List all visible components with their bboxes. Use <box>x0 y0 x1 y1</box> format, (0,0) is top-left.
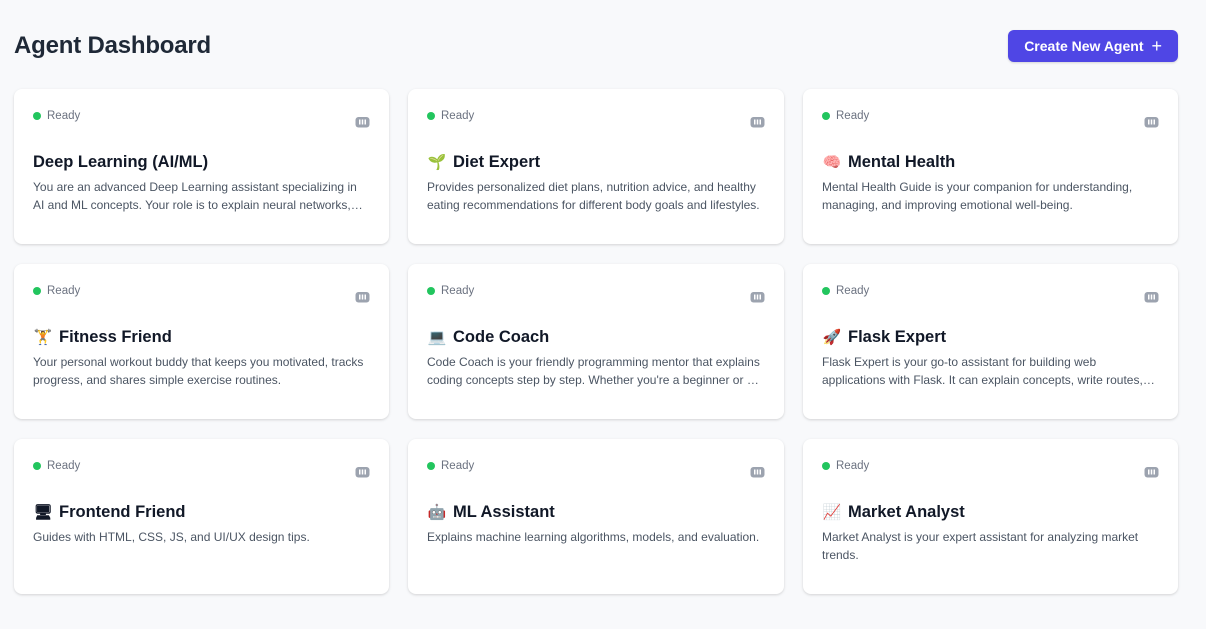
robot-icon[interactable] <box>1144 116 1159 128</box>
status-label: Ready <box>47 285 81 297</box>
robot-icon[interactable] <box>355 466 370 478</box>
status-badge: Ready <box>33 285 80 297</box>
status-label: Ready <box>441 460 475 472</box>
agent-title: Deep Learning (AI/ML) <box>33 153 208 172</box>
agent-card[interactable]: Ready 🧠 Mental Health Mental Health Guide… <box>803 89 1178 244</box>
status-badge: Ready <box>822 460 869 472</box>
status-badge: Ready <box>822 110 869 122</box>
status-dot <box>33 112 41 120</box>
agent-description: Flask Expert is your go-to assistant for… <box>822 355 1143 387</box>
rocket-icon: 🚀 <box>822 329 842 346</box>
agent-description: Guides with HTML, CSS, JS, and UI/UX des… <box>33 530 310 544</box>
agent-description: Code Coach is your friendly programming … <box>427 355 761 387</box>
status-dot <box>427 287 435 295</box>
agent-title: 💻 Code Coach <box>427 328 550 347</box>
status-label: Ready <box>836 110 870 122</box>
robot-icon[interactable] <box>355 116 370 128</box>
robot-icon[interactable] <box>750 116 765 128</box>
status-label: Ready <box>47 110 81 122</box>
status-badge: Ready <box>822 285 869 297</box>
create-button-label: Create New Agent <box>1024 38 1144 54</box>
agent-description: Your personal workout buddy that keeps y… <box>33 355 364 387</box>
status-dot <box>427 112 435 120</box>
agent-description: Explains machine learning algorithms, mo… <box>427 530 760 544</box>
agent-name: Market Analyst <box>848 503 965 521</box>
status-dot <box>822 112 830 120</box>
weightlifter-icon: 🏋 <box>33 329 53 346</box>
status-dot <box>427 462 435 470</box>
status-dot <box>33 287 41 295</box>
status-badge: Ready <box>427 285 474 297</box>
status-label: Ready <box>836 460 870 472</box>
agent-name: Mental Health <box>848 153 956 171</box>
status-dot <box>822 287 830 295</box>
status-dot <box>822 462 830 470</box>
agent-title: 🏋 Fitness Friend <box>33 328 172 347</box>
agent-title: 🚀 Flask Expert <box>822 328 946 347</box>
page-title: Agent Dashboard <box>14 32 212 59</box>
status-badge: Ready <box>33 460 80 472</box>
agent-name: Diet Expert <box>453 153 541 171</box>
robot-icon[interactable] <box>750 291 765 303</box>
status-label: Ready <box>47 460 81 472</box>
agent-card[interactable]: Ready 🤖 ML Assistant Explains machine lea… <box>408 439 784 594</box>
robot-icon[interactable] <box>1144 466 1159 478</box>
robot-icon[interactable] <box>355 291 370 303</box>
brain-icon: 🧠 <box>822 154 842 171</box>
header: Agent Dashboard Create New Agent + <box>14 30 1178 63</box>
agent-title: 🖥 Frontend Friend <box>33 503 186 522</box>
plus-icon: + <box>1151 35 1162 56</box>
status-badge: Ready <box>427 110 474 122</box>
seedling-icon: 🌱 <box>427 154 447 171</box>
agent-card[interactable]: Ready 🚀 Flask Expert Flask Expert is your… <box>803 264 1178 419</box>
status-badge: Ready <box>427 460 474 472</box>
agent-card[interactable]: Ready 📈 Market Analyst Market Analyst is … <box>803 439 1178 594</box>
agent-card[interactable]: Ready Deep Learning (AI/ML) You are an a… <box>14 89 389 244</box>
robot-icon[interactable] <box>1144 291 1159 303</box>
agent-card[interactable]: Ready 🏋 Fitness Friend Your personal work… <box>14 264 389 419</box>
status-label: Ready <box>441 110 475 122</box>
agent-description: Market Analyst is your expert assistant … <box>822 530 1139 562</box>
agent-name: Code Coach <box>453 328 550 346</box>
agent-description: You are an advanced Deep Learning assist… <box>33 180 357 212</box>
agent-card[interactable]: Ready 💻 Code Coach Code Coach is your fri… <box>408 264 784 419</box>
agent-title: 🤖 ML Assistant <box>427 503 555 522</box>
status-dot <box>33 462 41 470</box>
robot-icon[interactable] <box>750 466 765 478</box>
agent-name: Flask Expert <box>848 328 947 346</box>
status-label: Ready <box>836 285 870 297</box>
agent-name: Fitness Friend <box>59 328 172 346</box>
robot-face-icon: 🤖 <box>427 504 447 521</box>
agent-card[interactable]: Ready 🖥 Frontend Friend Guides with HTML,… <box>14 439 389 594</box>
agent-name: Deep Learning (AI/ML) <box>33 153 209 171</box>
status-label: Ready <box>441 285 475 297</box>
agent-title: 📈 Market Analyst <box>822 503 965 522</box>
agent-name: ML Assistant <box>453 503 555 521</box>
agent-description: Provides personalized diet plans, nutrit… <box>427 180 760 212</box>
laptop-icon: 💻 <box>427 329 447 346</box>
agent-description: Mental Health Guide is your companion fo… <box>822 180 1133 212</box>
agent-title: 🧠 Mental Health <box>822 153 956 172</box>
status-badge: Ready <box>33 110 80 122</box>
chart-increasing-icon: 📈 <box>822 504 842 521</box>
create-new-agent-button[interactable]: Create New Agent + <box>1008 30 1178 62</box>
agent-card[interactable]: Ready 🌱 Diet Expert Provides personalized… <box>408 89 784 244</box>
agent-name: Frontend Friend <box>59 503 186 521</box>
desktop-computer-icon: 🖥 <box>33 504 53 521</box>
agent-title: 🌱 Diet Expert <box>427 153 540 172</box>
agent-grid: Ready Deep Learning (AI/ML) You are an a… <box>14 89 1178 594</box>
